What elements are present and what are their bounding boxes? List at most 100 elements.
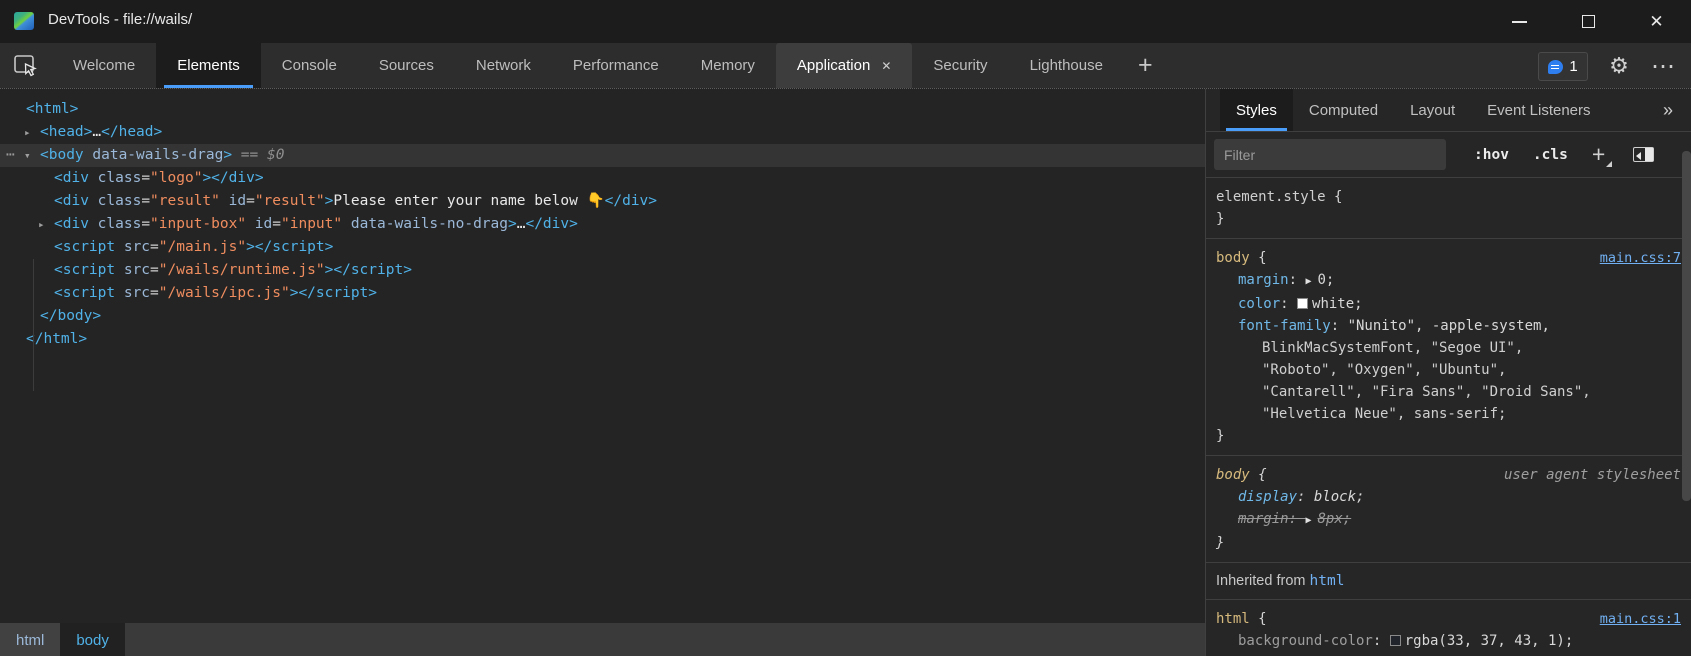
property-value: 0; <box>1317 272 1334 288</box>
settings-button[interactable]: ⚙ <box>1604 50 1634 82</box>
devtools-content: <html>▸<head>…</head>⋯▾<body data-wails-… <box>0 88 1691 656</box>
new-style-rule-button[interactable]: + <box>1592 143 1605 166</box>
inherited-target-link[interactable]: html <box>1310 573 1345 589</box>
tab-welcome[interactable]: Welcome <box>52 43 156 88</box>
token-attr: data-wails-drag <box>84 147 224 163</box>
property-name[interactable]: color <box>1238 296 1280 312</box>
sidebar-tab-layout[interactable]: Layout <box>1394 89 1471 131</box>
issues-badge[interactable]: 1 <box>1538 52 1588 81</box>
inspect-element-button[interactable] <box>0 43 52 88</box>
scrollbar-thumb[interactable] <box>1682 151 1691 501</box>
dom-tree-node[interactable]: <script src="/wails/ipc.js"></script> <box>0 282 1205 305</box>
tab-performance[interactable]: Performance <box>552 43 680 88</box>
css-property[interactable]: display: block; <box>1216 486 1681 508</box>
expand-longhand-icon[interactable]: ▶ <box>1305 276 1317 287</box>
property-name[interactable]: background-color <box>1238 633 1373 649</box>
token-punct: = <box>150 262 159 278</box>
sidebar-tab-computed[interactable]: Computed <box>1293 89 1394 131</box>
rule-selector[interactable]: body <box>1216 250 1250 266</box>
color-swatch[interactable] <box>1390 635 1401 646</box>
css-property[interactable]: background-color: rgba(33, 37, 43, 1); <box>1216 630 1681 652</box>
more-panels-button[interactable]: » <box>1645 89 1691 131</box>
tab-label: Console <box>282 57 337 74</box>
close-tab-icon[interactable]: ✕ <box>881 59 891 73</box>
token-text: Please enter your name below <box>333 193 586 209</box>
token-punct: = <box>141 170 150 186</box>
expand-arrow-icon[interactable]: ▸ <box>38 213 45 236</box>
plus-icon: + <box>1592 141 1605 167</box>
tab-elements[interactable]: Elements <box>156 43 261 88</box>
property-value-wrap: "Cantarell", "Fira Sans", "Droid Sans", <box>1216 381 1681 403</box>
css-rule: main.css:7body {margin: ▶ 0;color: white… <box>1206 239 1691 456</box>
css-rule: element.style {} <box>1206 178 1691 239</box>
property-name[interactable]: margin <box>1238 272 1289 288</box>
dom-tree-node[interactable]: ▸<head>…</head> <box>0 121 1205 144</box>
tab-network[interactable]: Network <box>455 43 552 88</box>
breadcrumb-item-body[interactable]: body <box>60 623 125 656</box>
rule-selector[interactable]: html <box>1216 611 1250 627</box>
dom-tree-node[interactable]: <script src="/main.js"></script> <box>0 236 1205 259</box>
tab-console[interactable]: Console <box>261 43 358 88</box>
token-attr: src <box>115 262 150 278</box>
breadcrumb-item-html[interactable]: html <box>0 623 60 656</box>
property-name[interactable]: margin <box>1238 511 1289 527</box>
chevrons-right-icon: » <box>1663 100 1673 121</box>
color-swatch[interactable] <box>1297 298 1308 309</box>
expand-arrow-icon[interactable]: ▾ <box>24 144 31 167</box>
rule-selector[interactable]: element.style <box>1216 189 1326 205</box>
tab-label: Welcome <box>73 57 135 74</box>
tab-memory[interactable]: Memory <box>680 43 776 88</box>
expand-longhand-icon[interactable]: ▶ <box>1305 515 1317 526</box>
sidebar-pane-icon <box>1645 148 1653 161</box>
expand-arrow-icon[interactable]: ▸ <box>24 121 31 144</box>
maximize-button[interactable] <box>1565 0 1612 43</box>
tab-application[interactable]: Application✕ <box>776 43 912 88</box>
css-property[interactable]: text-align: center; <box>1216 652 1681 656</box>
dom-tree-node[interactable]: ⋯▾<body data-wails-drag> == $0 <box>0 144 1205 167</box>
toggle-element-state-button[interactable]: :hov <box>1474 147 1509 163</box>
property-colon: : <box>1280 296 1297 312</box>
panel-tabs: Welcome Elements Console SourcesNetworkPerf… <box>52 43 1124 88</box>
node-menu-dots[interactable]: ⋯ <box>6 144 16 167</box>
tab-lighthouse[interactable]: Lighthouse <box>1009 43 1124 88</box>
stylesheet-link[interactable]: main.css:7 <box>1600 247 1681 269</box>
css-property[interactable]: color: white; <box>1216 293 1681 315</box>
tab-sources[interactable]: Sources <box>358 43 455 88</box>
close-window-button[interactable]: ✕ <box>1633 0 1680 43</box>
indent-guide <box>33 259 34 391</box>
stylesheet-link[interactable]: main.css:1 <box>1600 608 1681 630</box>
dom-tree-node[interactable]: </html> <box>0 328 1205 351</box>
gear-icon: ⚙ <box>1609 53 1629 79</box>
css-property[interactable]: font-family: "Nunito", -apple-system, <box>1216 315 1681 337</box>
minimize-button[interactable] <box>1496 0 1543 43</box>
token-tag: <head> <box>40 124 92 140</box>
dom-tree-node[interactable]: ▸<div class="input-box" id="input" data-… <box>0 213 1205 236</box>
customize-devtools-button[interactable]: ⋯ <box>1647 50 1681 82</box>
token-tag: <div <box>54 170 89 186</box>
dom-tree-node[interactable]: <html> <box>0 98 1205 121</box>
rule-selector[interactable]: body <box>1216 467 1250 483</box>
devtools-tab-bar: Welcome Elements Console SourcesNetworkPerf… <box>0 43 1691 88</box>
property-value: block; <box>1314 489 1365 505</box>
rule-selector-line: main.css:1html { <box>1216 608 1681 630</box>
devtools-window: DevTools - file://wails/ ✕ WelcomeElemen… <box>0 0 1691 656</box>
element-classes-button[interactable]: .cls <box>1533 147 1568 163</box>
token-emoji: 👇 <box>587 193 605 209</box>
sidebar-tab-event-listeners[interactable]: Event Listeners <box>1471 89 1606 131</box>
dom-tree-node[interactable]: </body> <box>0 305 1205 328</box>
more-tools-button[interactable]: + <box>1124 43 1167 88</box>
sidebar-tab-styles[interactable]: Styles <box>1220 89 1293 131</box>
token-punct: = <box>141 193 150 209</box>
tab-security[interactable]: Security <box>912 43 1008 88</box>
dom-tree-node[interactable]: <div class="result" id="result">Please e… <box>0 190 1205 213</box>
property-name[interactable]: display <box>1238 489 1297 505</box>
property-name[interactable]: font-family <box>1238 318 1331 334</box>
css-property[interactable]: margin: ▶ 8px; <box>1216 508 1681 532</box>
dom-tree-node[interactable]: <script src="/wails/runtime.js"></script… <box>0 259 1205 282</box>
token-val: "result" <box>150 193 220 209</box>
token-tag: <div <box>54 216 89 232</box>
toggle-computed-sidebar-button[interactable] <box>1633 147 1654 162</box>
filter-input[interactable] <box>1214 139 1446 170</box>
css-property[interactable]: margin: ▶ 0; <box>1216 269 1681 293</box>
dom-tree-node[interactable]: <div class="logo"></div> <box>0 167 1205 190</box>
